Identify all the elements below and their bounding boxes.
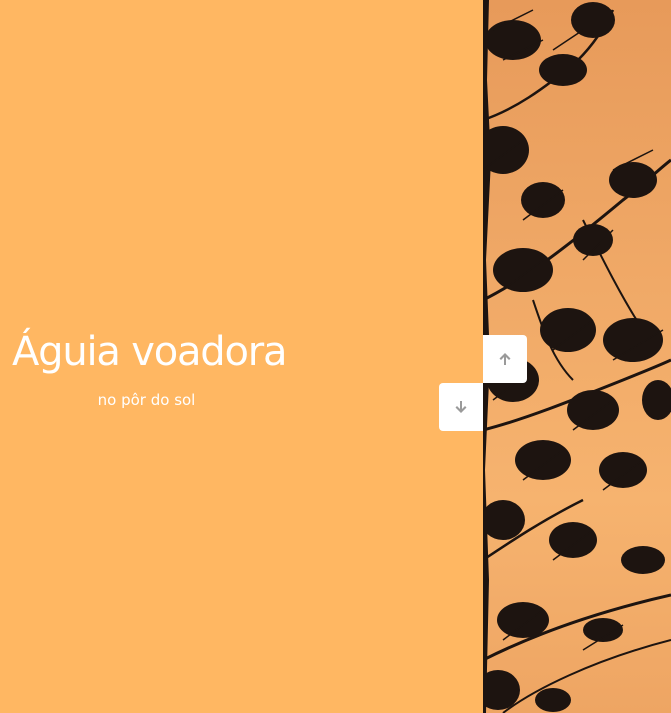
slide-title: Águia voadora xyxy=(12,329,288,375)
slide-down-button[interactable] xyxy=(439,383,483,431)
slide-subtitle: no pôr do sol xyxy=(97,391,196,409)
slide-text-panel: Águia voadora no pôr do sol xyxy=(0,0,483,713)
arrow-down-icon xyxy=(455,401,467,413)
arrow-up-icon xyxy=(499,353,511,365)
vertical-slider: Águia voadora no pôr do sol xyxy=(0,0,671,713)
slide-up-button[interactable] xyxy=(483,335,527,383)
